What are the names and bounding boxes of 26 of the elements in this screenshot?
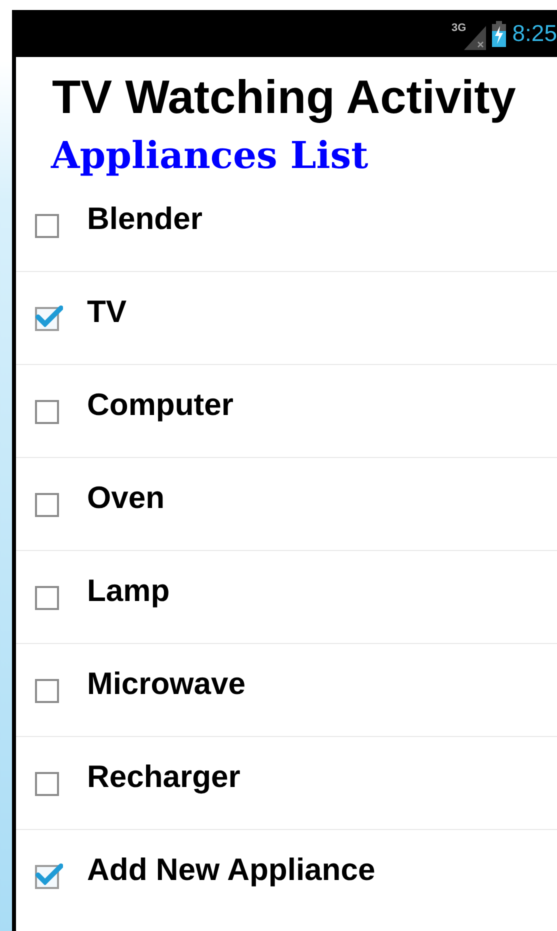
item-label: Microwave bbox=[87, 666, 246, 702]
list-item[interactable]: Blender bbox=[16, 179, 557, 272]
list-item[interactable]: Oven bbox=[16, 458, 557, 551]
item-label: TV bbox=[87, 294, 127, 330]
checkbox[interactable] bbox=[35, 214, 59, 238]
activity-title: TV Watching Activity bbox=[52, 69, 517, 125]
checkbox[interactable] bbox=[35, 586, 59, 610]
list-item[interactable]: Microwave bbox=[16, 644, 557, 737]
item-label: Add New Appliance bbox=[87, 852, 376, 888]
list-item[interactable]: Lamp bbox=[16, 551, 557, 644]
checkbox[interactable] bbox=[35, 772, 59, 796]
checkbox[interactable] bbox=[35, 400, 59, 424]
item-label: Lamp bbox=[87, 573, 170, 609]
battery-icon bbox=[492, 20, 506, 46]
network-label: 3G bbox=[452, 22, 466, 34]
item-label: Computer bbox=[87, 387, 234, 423]
checkbox[interactable] bbox=[35, 493, 59, 517]
list-item[interactable]: Computer bbox=[16, 365, 557, 458]
list-item[interactable]: Recharger bbox=[16, 737, 557, 830]
clock-time: 8:25 bbox=[512, 20, 557, 47]
signal-icon bbox=[464, 26, 486, 50]
item-label: Blender bbox=[87, 201, 202, 237]
checkbox[interactable] bbox=[35, 679, 59, 703]
item-label: Recharger bbox=[87, 759, 240, 795]
item-label: Oven bbox=[87, 480, 165, 516]
list-heading: Appliances List bbox=[51, 132, 370, 179]
